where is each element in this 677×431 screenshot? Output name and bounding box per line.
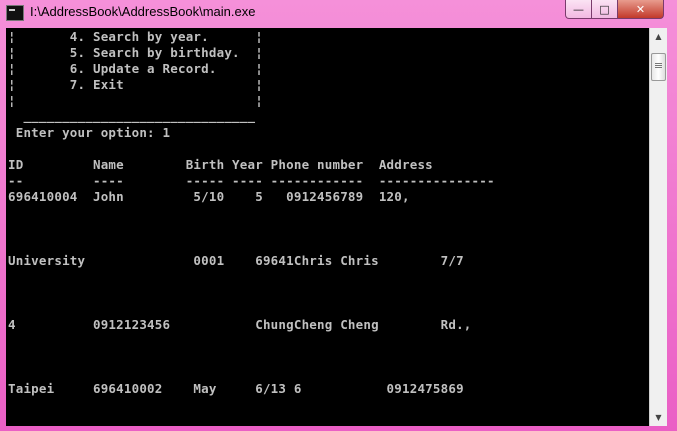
console-line: ¦ 4. Search by year. ¦ xyxy=(8,29,263,44)
console-line: University 0001 69641Chris Chris 7/7 xyxy=(8,253,464,268)
scroll-thumb[interactable] xyxy=(651,53,666,81)
close-button[interactable]: ✕ xyxy=(617,0,664,19)
console-line: ______________________________ xyxy=(8,108,256,123)
console-app-icon[interactable] xyxy=(6,5,24,21)
vertical-scrollbar[interactable]: ▲ ▼ xyxy=(649,28,667,426)
console-line: ID Name Birth Year Phone number Address xyxy=(8,157,433,172)
console-line: ¦ 5. Search by birthday. ¦ xyxy=(8,45,263,60)
window-title: I:\AddressBook\AddressBook\main.exe xyxy=(30,4,256,19)
console-line: Enter your option: 1 xyxy=(8,125,171,140)
console-output[interactable]: ¦ 4. Search by year. ¦ ¦ 5. Search by bi… xyxy=(6,28,649,426)
console-line: ¦ 7. Exit ¦ xyxy=(8,77,263,92)
console-line: 696410004 John 5/10 5 0912456789 120, xyxy=(8,189,410,204)
console-line: -- ---- ----- ---- ------------ --------… xyxy=(8,173,495,188)
minimize-button[interactable]: — xyxy=(565,0,592,19)
title-bar[interactable]: I:\AddressBook\AddressBook\main.exe — □ … xyxy=(0,0,677,28)
console-line: ¦ 6. Update a Record. ¦ xyxy=(8,61,263,76)
maximize-button[interactable]: □ xyxy=(591,0,618,19)
console-line: 4 0912123456 ChungCheng Cheng Rd., xyxy=(8,317,472,332)
console-window: I:\AddressBook\AddressBook\main.exe — □ … xyxy=(0,0,677,431)
scroll-down-arrow-icon[interactable]: ▼ xyxy=(650,409,667,426)
console-line: ¦ ¦ xyxy=(8,93,263,108)
console-line: Taipei 696410002 May 6/13 6 0912475869 xyxy=(8,381,464,396)
scroll-up-arrow-icon[interactable]: ▲ xyxy=(650,28,667,45)
